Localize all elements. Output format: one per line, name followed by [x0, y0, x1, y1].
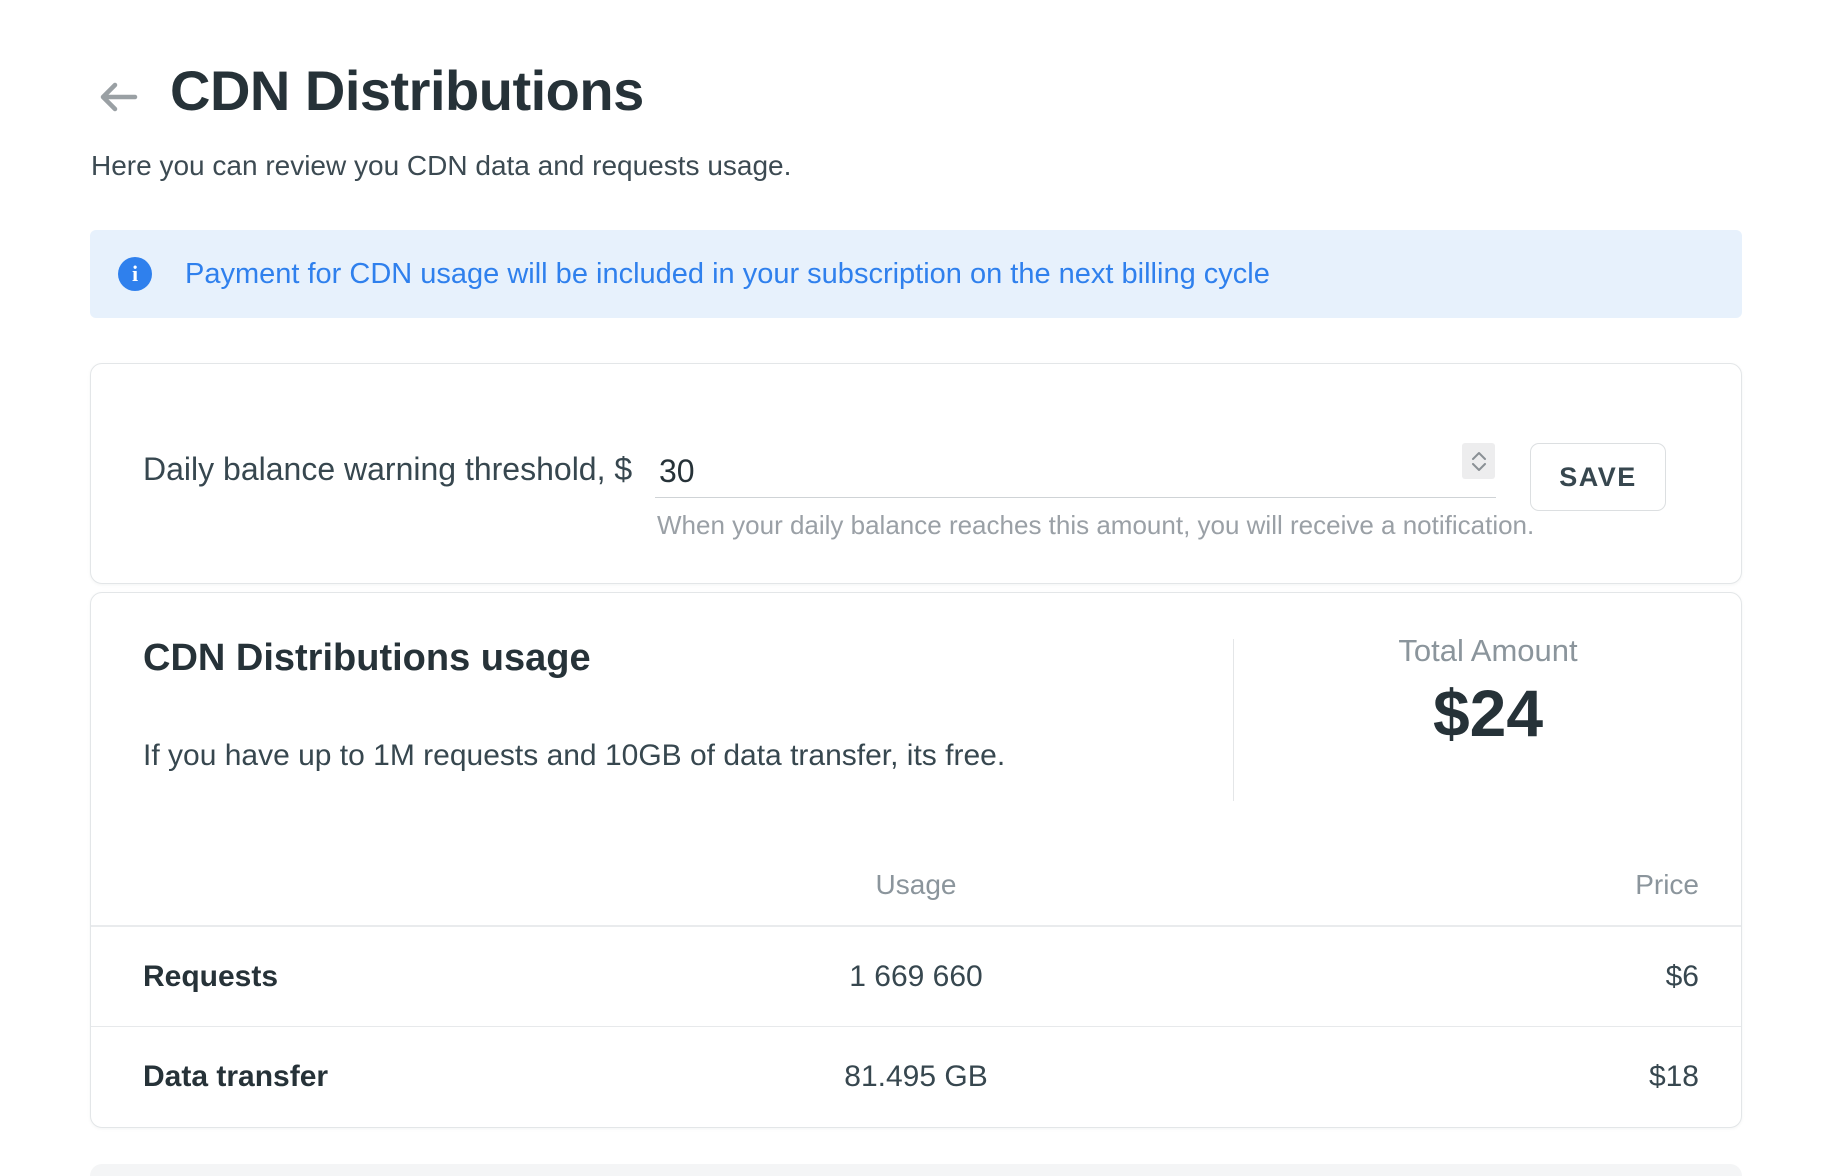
page-title: CDN Distributions [170, 58, 644, 123]
back-button[interactable] [92, 72, 144, 124]
stepper-down-icon[interactable] [1471, 463, 1487, 472]
header-usage: Usage [651, 869, 1181, 901]
row-usage: 81.495 GB [651, 1060, 1181, 1094]
total-amount-block: Total Amount $24 [1233, 633, 1743, 751]
threshold-helper-text: When your daily balance reaches this amo… [657, 510, 1534, 541]
total-amount-label: Total Amount [1233, 633, 1743, 669]
usage-card-description: If you have up to 1M requests and 10GB o… [143, 739, 1005, 773]
back-arrow-icon [95, 77, 141, 120]
page-subtitle: Here you can review you CDN data and req… [91, 150, 791, 182]
usage-card-title: CDN Distributions usage [143, 637, 591, 680]
usage-card: CDN Distributions usage If you have up t… [90, 592, 1742, 1128]
banner-text: Payment for CDN usage will be included i… [185, 258, 1270, 291]
table-header-row: Usage Price [91, 845, 1741, 927]
total-amount-value: $24 [1233, 675, 1743, 751]
row-usage: 1 669 660 [651, 960, 1181, 994]
usage-table: Usage Price Requests 1 669 660 $6 Data t… [91, 845, 1741, 1127]
threshold-input[interactable] [655, 434, 1496, 498]
save-button[interactable]: SAVE [1530, 443, 1666, 511]
stepper-up-icon[interactable] [1471, 451, 1487, 460]
row-price: $6 [1181, 960, 1741, 994]
info-icon: i [118, 257, 152, 291]
table-row-requests: Requests 1 669 660 $6 [91, 927, 1741, 1027]
threshold-card: Daily balance warning threshold, $ SAVE … [90, 363, 1742, 584]
row-price: $18 [1181, 1060, 1741, 1094]
row-name: Data transfer [91, 1060, 651, 1094]
payment-info-banner: i Payment for CDN usage will be included… [90, 230, 1742, 318]
next-card-edge [90, 1164, 1742, 1176]
threshold-label: Daily balance warning threshold, $ [143, 451, 632, 488]
header-price: Price [1181, 869, 1741, 901]
row-name: Requests [91, 960, 651, 994]
table-row-data-transfer: Data transfer 81.495 GB $18 [91, 1027, 1741, 1127]
threshold-stepper[interactable] [1462, 443, 1495, 479]
